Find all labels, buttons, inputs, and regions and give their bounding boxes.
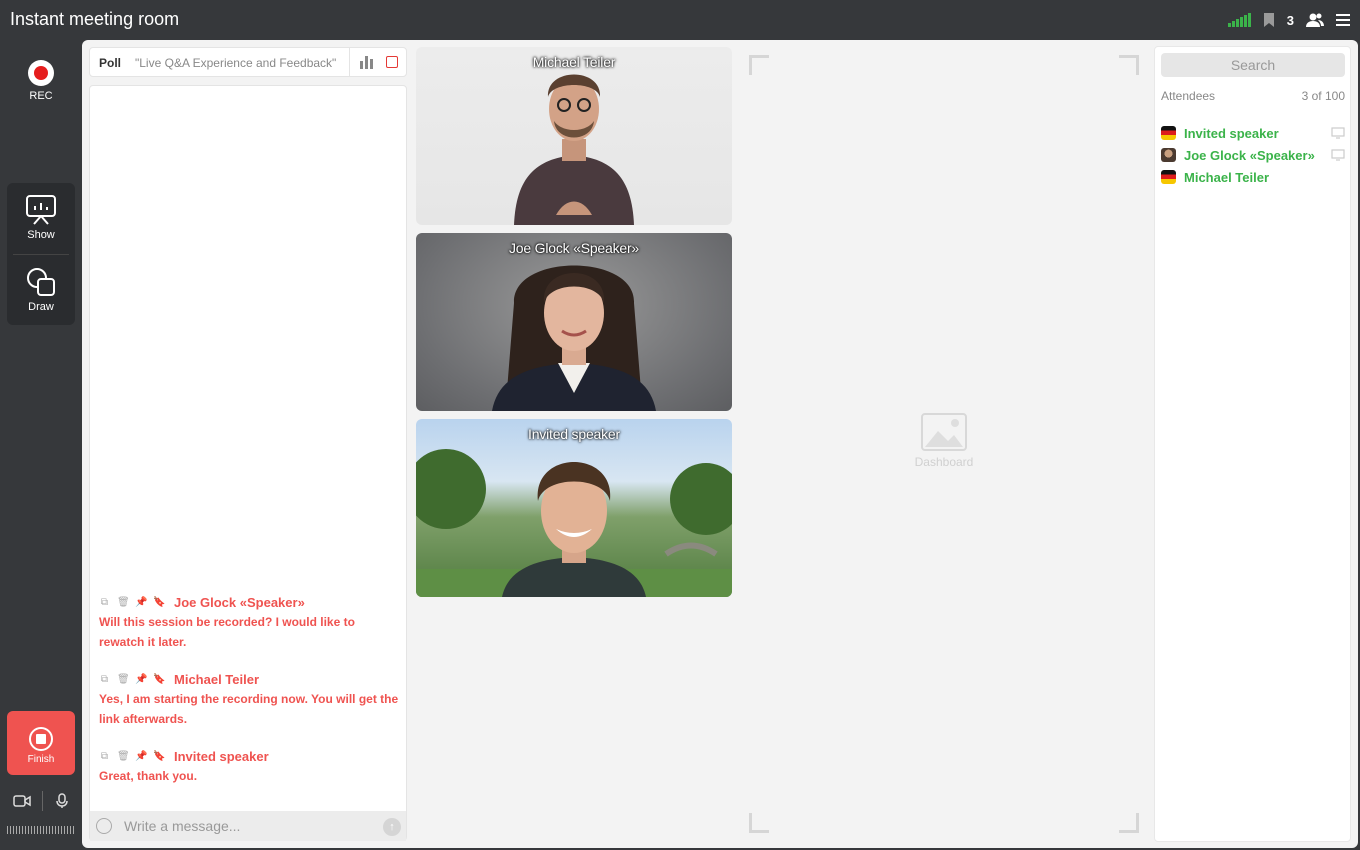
poll-label: Poll	[99, 56, 122, 70]
dashboard-label: Dashboard	[914, 455, 974, 469]
attendee-item[interactable]: Joe Glock «Speaker»	[1161, 144, 1345, 166]
trash-icon[interactable]: 🗑	[117, 674, 130, 685]
draw-label: Draw	[28, 301, 54, 313]
finish-label: Finish	[27, 754, 55, 765]
record-dot-icon	[28, 60, 54, 86]
video-tile[interactable]: Invited speaker	[416, 419, 732, 597]
message-text: Yes, I am starting the recording now. Yo…	[99, 692, 399, 726]
participant-video	[514, 74, 634, 225]
presentation-icon	[26, 195, 56, 225]
poll-name: "Live Q&A Experience and Feedback"	[135, 56, 337, 70]
dashboard-area[interactable]: Dashboard	[749, 55, 1139, 833]
avatar-photo-icon	[1161, 148, 1176, 162]
app-title: Instant meeting room	[10, 9, 180, 29]
attendee-name: Joe Glock «Speaker»	[1184, 147, 1315, 163]
attendees-list: Invited speaker Joe Glock «Speaker» Mich…	[1161, 122, 1345, 188]
audio-level-meter	[7, 826, 75, 834]
main-panel: Poll "Live Q&A Experience and Feedback" …	[82, 40, 1358, 848]
top-bar: Instant meeting room 3	[0, 0, 1360, 40]
show-label: Show	[27, 229, 55, 241]
image-placeholder-icon	[921, 413, 967, 451]
bookmark-icon[interactable]: 🔖	[153, 674, 165, 685]
bookmark-icon[interactable]	[1263, 12, 1275, 28]
microphone-icon[interactable]	[55, 793, 69, 809]
search-input[interactable]	[1161, 53, 1345, 77]
participant-video	[416, 449, 732, 597]
chat-message: ⧉ 🗑 📌 🔖 Invited speaker Great, thank you…	[99, 748, 399, 787]
attendees-header: Attendees 3 of 100	[1161, 89, 1345, 103]
emoji-icon[interactable]	[96, 818, 112, 834]
germany-flag-icon	[1161, 170, 1176, 184]
poll-bar[interactable]: Poll "Live Q&A Experience and Feedback"	[89, 47, 407, 77]
menu-icon[interactable]	[1336, 13, 1350, 27]
bookmark-icon[interactable]: 🔖	[153, 751, 165, 762]
message-composer: ↑	[90, 811, 406, 841]
record-label: REC	[29, 90, 53, 102]
monitor-icon[interactable]	[1331, 127, 1345, 139]
germany-flag-icon	[1161, 126, 1176, 140]
tools-divider	[13, 254, 69, 255]
message-input[interactable]	[124, 817, 364, 835]
attendees-heading: Attendees	[1161, 89, 1216, 103]
dashboard-corner	[749, 55, 769, 75]
message-author: Invited speaker	[174, 748, 269, 764]
show-button[interactable]: Show	[7, 195, 75, 241]
participants-icon[interactable]	[1306, 12, 1324, 28]
attendee-item[interactable]: Invited speaker	[1161, 122, 1345, 144]
message-text: Will this session be recorded? I would l…	[99, 615, 355, 649]
message-text: Great, thank you.	[99, 769, 198, 783]
stop-icon	[29, 727, 53, 751]
trash-icon[interactable]: 🗑	[117, 751, 130, 762]
copy-icon[interactable]: ⧉	[99, 751, 110, 762]
av-divider	[42, 791, 44, 811]
video-tile-name: Invited speaker	[528, 426, 620, 442]
av-controls	[7, 788, 75, 814]
video-tile-name: Michael Teiler	[532, 54, 616, 70]
attendees-count: 3 of 100	[1301, 89, 1345, 103]
draw-button[interactable]: Draw	[7, 267, 75, 313]
chat-message: ⧉ 🗑 📌 🔖 Joe Glock «Speaker» Will this se…	[99, 594, 399, 652]
chat-message: ⧉ 🗑 📌 🔖 Michael Teiler Yes, I am startin…	[99, 671, 399, 729]
participant-count: 3	[1286, 12, 1294, 28]
chat-panel: ⧉ 🗑 📌 🔖 Joe Glock «Speaker» Will this se…	[89, 85, 407, 841]
pin-icon[interactable]: 📌	[135, 751, 147, 762]
bar-chart-icon[interactable]	[360, 56, 374, 69]
bookmark-icon[interactable]: 🔖	[153, 597, 165, 608]
video-tile-name: Joe Glock «Speaker»	[508, 240, 640, 256]
video-tile[interactable]: Michael Teiler	[416, 47, 732, 225]
participant-video	[492, 265, 656, 411]
send-button[interactable]: ↑	[383, 818, 401, 836]
message-author: Michael Teiler	[174, 671, 260, 687]
dashboard-corner	[749, 813, 769, 833]
poll-divider	[349, 48, 350, 76]
finish-button[interactable]: Finish	[7, 711, 75, 775]
pin-icon[interactable]: 📌	[135, 674, 147, 685]
trash-icon[interactable]: 🗑	[117, 597, 130, 608]
shapes-icon	[27, 268, 55, 296]
dashboard-corner	[1119, 813, 1139, 833]
left-rail: REC Show Draw Finish	[0, 40, 82, 850]
dashboard-placeholder: Dashboard	[894, 413, 994, 469]
copy-icon[interactable]: ⧉	[99, 674, 110, 685]
attendee-name: Invited speaker	[1184, 125, 1279, 141]
stop-poll-icon[interactable]	[386, 56, 398, 68]
monitor-icon[interactable]	[1331, 149, 1345, 161]
tools-panel: Show Draw	[7, 183, 75, 325]
attendees-panel: Attendees 3 of 100 Invited speaker Joe G…	[1154, 46, 1351, 842]
copy-icon[interactable]: ⧉	[99, 597, 110, 608]
attendee-item[interactable]: Michael Teiler	[1161, 166, 1345, 188]
signal-strength-icon	[1227, 13, 1251, 27]
attendee-name: Michael Teiler	[1184, 169, 1270, 185]
video-tile[interactable]: Joe Glock «Speaker»	[416, 233, 732, 411]
dashboard-corner	[1119, 55, 1139, 75]
record-button[interactable]: REC	[6, 60, 76, 102]
camera-icon[interactable]	[13, 794, 31, 808]
top-bar-actions: 3	[1227, 10, 1350, 30]
pin-icon[interactable]: 📌	[135, 597, 147, 608]
message-author: Joe Glock «Speaker»	[174, 594, 305, 610]
